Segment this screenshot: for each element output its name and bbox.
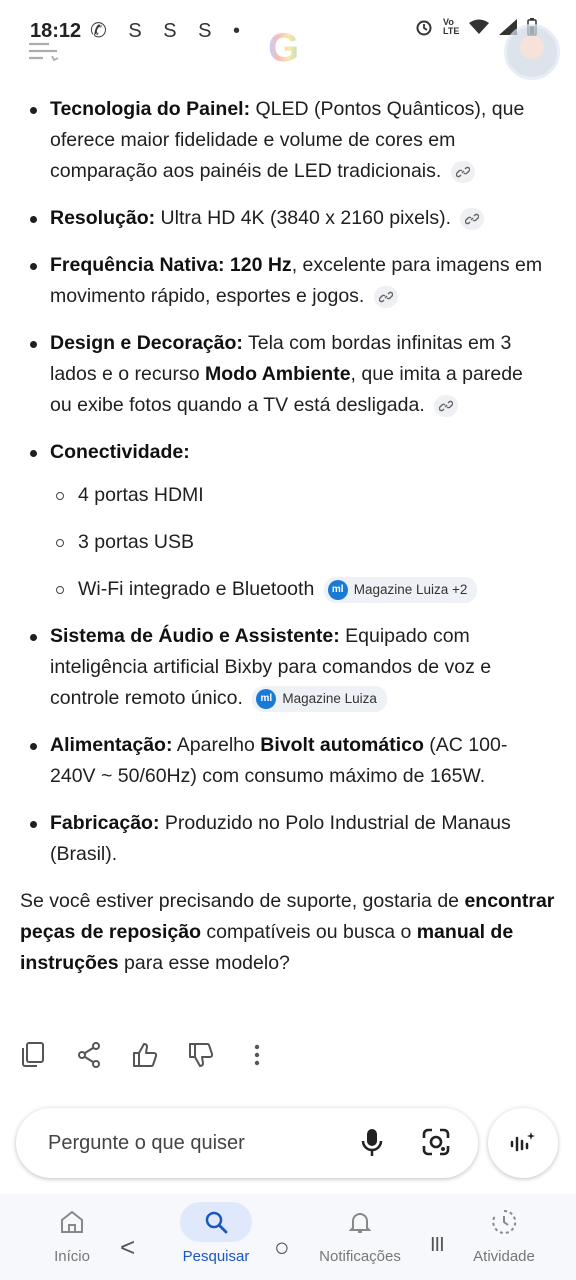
nav-label: Pesquisar (182, 1248, 250, 1265)
item-bold: Bivolt automático (260, 734, 424, 756)
item-label: Sistema de Áudio e Assistente: (50, 625, 340, 647)
list-item: Tecnologia do Painel: QLED (Pontos Quânt… (0, 94, 576, 187)
copy-icon[interactable] (20, 1040, 46, 1070)
closing-text: Se você estiver precisando de suporte, g… (20, 890, 465, 912)
item-label: Resolução: (50, 207, 156, 229)
nav-item-atividade[interactable]: Atividade (454, 1206, 554, 1265)
list-item: Conectividade: 4 portas HDMI 3 portas US… (0, 437, 576, 605)
sub-item: Wi-Fi integrado e Bluetooth ml Magazine L… (50, 574, 546, 605)
source-label: Magazine Luiza (282, 691, 377, 707)
avatar[interactable] (504, 24, 560, 80)
answer-content: Tecnologia do Painel: QLED (Pontos Quânt… (0, 94, 576, 999)
item-label: Tecnologia do Painel: (50, 98, 251, 120)
item-label: Fabricação: (50, 812, 160, 834)
google-lens-icon[interactable] (422, 1128, 450, 1156)
source-label: Magazine Luiza +2 (353, 582, 468, 598)
nav-item-pesquisar[interactable]: Pesquisar (166, 1202, 266, 1265)
more-options-icon[interactable] (244, 1040, 270, 1070)
item-label: Conectividade: (50, 441, 190, 463)
wifi-icon (469, 19, 490, 34)
list-item: Frequência Nativa: 120 Hz, excelente par… (0, 250, 576, 312)
source-chip[interactable]: ml Magazine Luiza +2 (323, 576, 478, 603)
sub-item: 4 portas HDMI (50, 480, 546, 511)
menu-icon[interactable] (28, 40, 58, 64)
sub-item: 3 portas USB (50, 527, 546, 558)
thumbs-down-icon[interactable] (188, 1040, 214, 1070)
list-item: Design e Decoração: Tela com bordas infi… (0, 328, 576, 421)
nav-label: Notificações (319, 1248, 401, 1265)
list-item: Fabricação: Produzido no Polo Industrial… (0, 808, 576, 870)
microphone-icon[interactable] (360, 1128, 384, 1158)
alarm-icon (416, 20, 432, 36)
recents-button[interactable]: III (430, 1234, 445, 1257)
item-text: Aparelho (172, 734, 261, 756)
thumbs-up-icon[interactable] (132, 1040, 158, 1070)
home-icon (61, 1210, 83, 1233)
volte-icon: Vo LTE (443, 17, 460, 36)
item-bold: Modo Ambiente (205, 363, 351, 385)
item-label: Frequência Nativa: 120 Hz (50, 254, 292, 276)
source-chip[interactable]: ml Magazine Luiza (252, 685, 387, 712)
nav-label: Atividade (473, 1248, 535, 1265)
home-button[interactable]: ○ (274, 1232, 290, 1263)
activity-icon (492, 1209, 517, 1234)
google-logo: G (268, 26, 300, 70)
nav-label: Início (54, 1248, 90, 1265)
item-label: Design e Decoração: (50, 332, 243, 354)
ask-input[interactable]: Pergunte o que quiser (16, 1108, 478, 1178)
link-icon[interactable] (450, 160, 475, 183)
nav-item-notificacoes[interactable]: Notificações (310, 1206, 410, 1265)
list-item: Sistema de Áudio e Assistente: Equipado … (0, 621, 576, 714)
sub-list: 4 portas HDMI 3 portas USB Wi-Fi integra… (50, 480, 546, 605)
search-icon (205, 1211, 228, 1234)
closing-text: compatíveis ou busca o (201, 921, 417, 943)
live-button[interactable] (488, 1108, 558, 1178)
live-icon (510, 1132, 535, 1152)
magazine-luiza-icon: ml (256, 688, 277, 709)
back-button[interactable]: < (120, 1232, 135, 1263)
link-icon[interactable] (434, 394, 459, 417)
response-actions (20, 1040, 270, 1070)
closing-text: para esse modelo? (118, 952, 290, 974)
notification-icons: ✆ S S S • (90, 20, 249, 42)
item-label: Alimentação: (50, 734, 173, 756)
list-item: Resolução: Ultra HD 4K (3840 x 2160 pixe… (0, 203, 576, 234)
bottom-navigation: Início Pesquisar Notificações Atividade … (0, 1194, 576, 1280)
magazine-luiza-icon: ml (327, 579, 348, 600)
share-icon[interactable] (76, 1040, 102, 1070)
item-text: Ultra HD 4K (3840 x 2160 pixels). (155, 207, 451, 229)
link-icon[interactable] (373, 285, 398, 308)
ask-input-placeholder: Pergunte o que quiser (48, 1132, 245, 1154)
closing-paragraph: Se você estiver precisando de suporte, g… (0, 886, 576, 979)
sub-item-text: Wi-Fi integrado e Bluetooth (78, 578, 315, 600)
nav-item-inicio[interactable]: Início (22, 1206, 122, 1265)
spec-list: Tecnologia do Painel: QLED (Pontos Quânt… (0, 94, 576, 870)
list-item: Alimentação: Aparelho Bivolt automático … (0, 730, 576, 792)
bell-icon (348, 1213, 372, 1233)
link-icon[interactable] (460, 207, 485, 230)
status-bar: 18:12 ✆ S S S • Vo LTE G (0, 0, 576, 80)
